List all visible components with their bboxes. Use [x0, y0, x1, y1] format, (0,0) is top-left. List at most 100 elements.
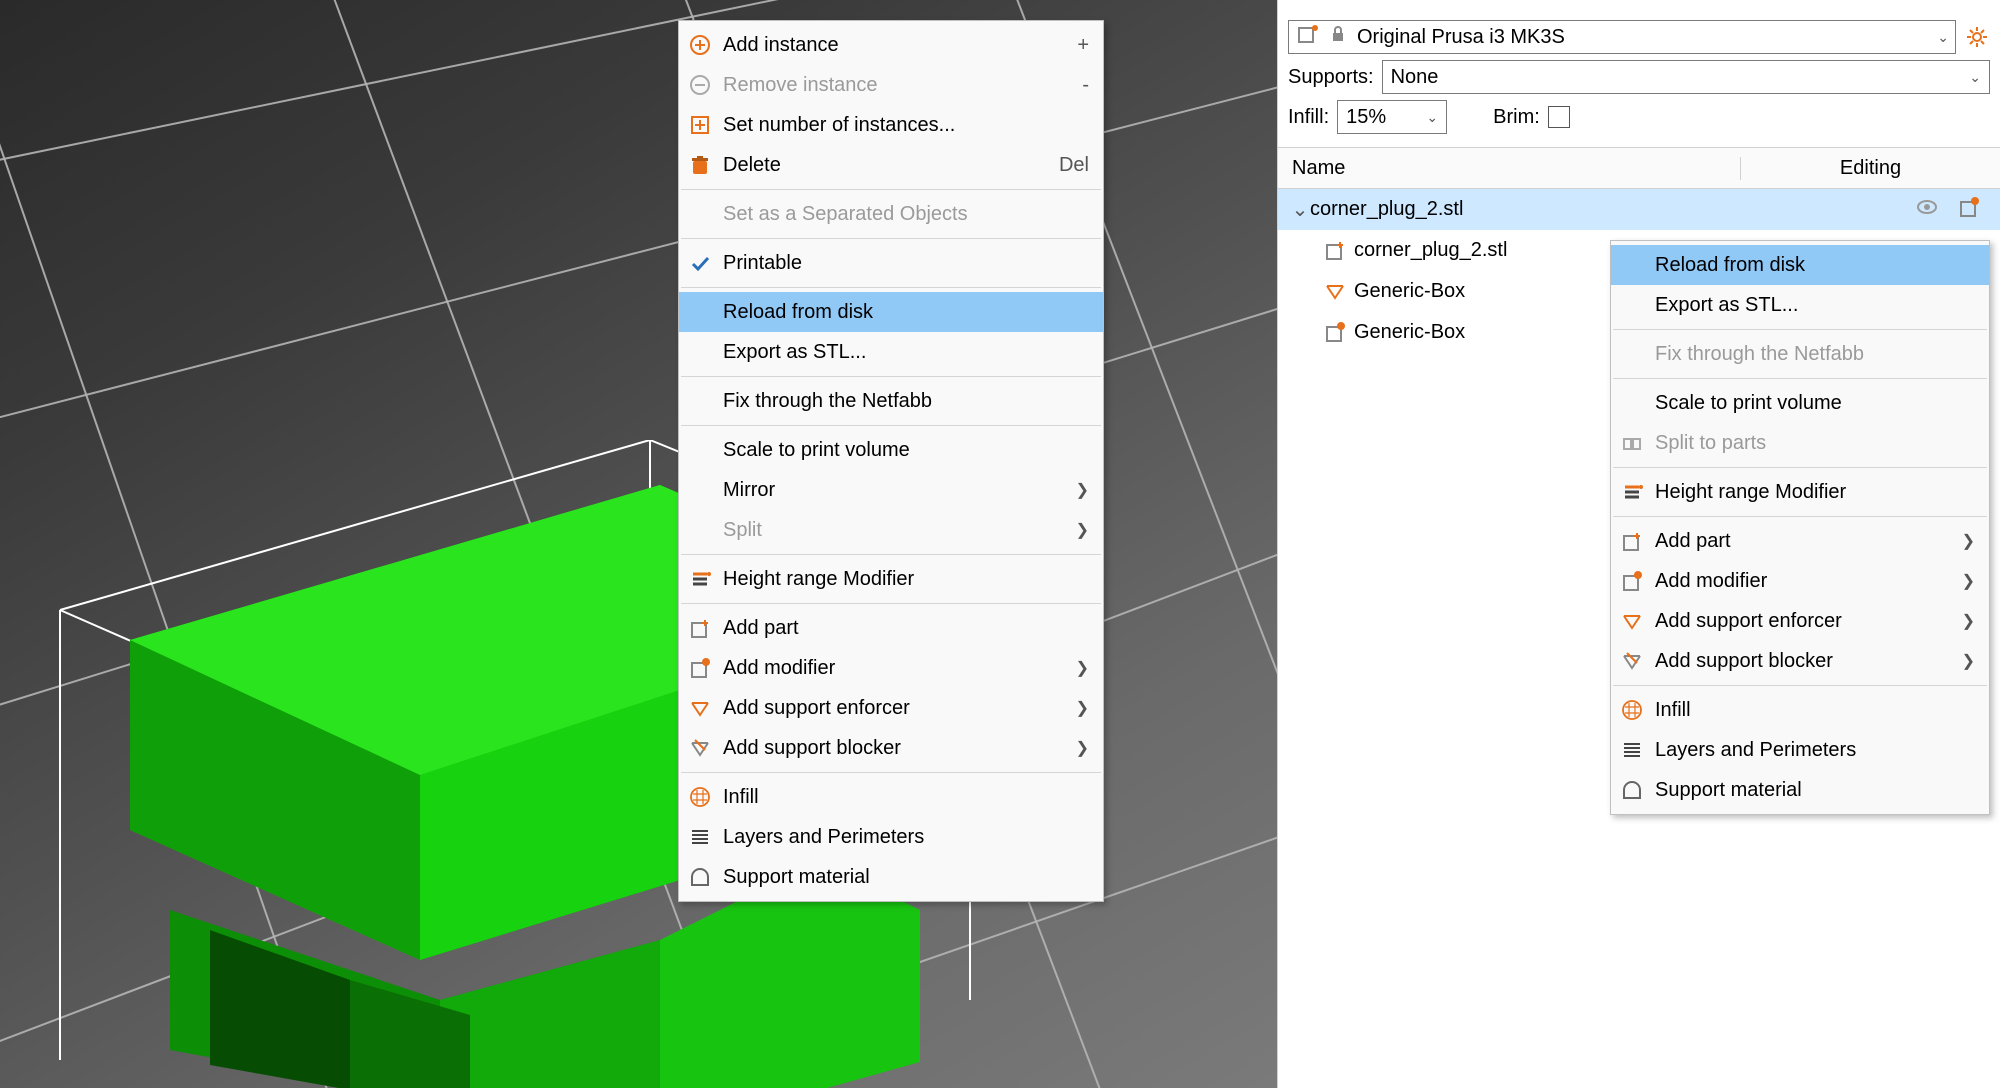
menu-label: Split to parts: [1655, 432, 1975, 455]
support-enforcer-icon: [1619, 608, 1645, 634]
height-modifier-icon: [1619, 479, 1645, 505]
menu-add-support-enforcer[interactable]: Add support enforcer ❯: [1611, 601, 1989, 641]
menu-infill[interactable]: Infill: [679, 777, 1103, 817]
chevron-down-icon: ⌄: [1969, 69, 1981, 86]
menu-reload-from-disk[interactable]: Reload from disk: [679, 292, 1103, 332]
menu-delete[interactable]: Delete Del: [679, 145, 1103, 185]
menu-label: Fix through the Netfabb: [1655, 343, 1975, 366]
lock-icon: [1327, 23, 1349, 51]
menu-label: Mirror: [723, 479, 1036, 502]
menu-fix-netfabb: Fix through the Netfabb: [1611, 334, 1989, 374]
menu-add-instance[interactable]: Add instance +: [679, 25, 1103, 65]
menu-add-modifier[interactable]: Add modifier ❯: [1611, 561, 1989, 601]
shortcut: Del: [1059, 154, 1089, 177]
menu-label: Support material: [723, 866, 1089, 889]
brim-checkbox[interactable]: [1548, 106, 1570, 128]
menu-add-support-enforcer[interactable]: Add support enforcer ❯: [679, 688, 1103, 728]
trash-icon: [687, 152, 713, 178]
support-material-icon: [687, 864, 713, 890]
menu-printable[interactable]: Printable: [679, 243, 1103, 283]
menu-separator: [681, 189, 1101, 190]
menu-label: Remove instance: [723, 74, 1042, 97]
support-enforcer-icon: [687, 695, 713, 721]
menu-add-support-blocker[interactable]: Add support blocker ❯: [1611, 641, 1989, 681]
menu-label: Height range Modifier: [723, 568, 1089, 591]
menu-label: Split: [723, 519, 1036, 542]
collapse-caret-icon[interactable]: ⌄: [1290, 197, 1310, 222]
submenu-arrow-icon: ❯: [1962, 611, 1975, 631]
menu-label: Layers and Perimeters: [1655, 739, 1975, 762]
preset-icon: [1297, 23, 1319, 51]
supports-select[interactable]: None ⌄: [1382, 60, 1990, 94]
submenu-arrow-icon: ❯: [1076, 738, 1089, 758]
chevron-down-icon: ⌄: [1426, 109, 1438, 126]
support-enforcer-icon: [1324, 280, 1348, 304]
menu-height-range-modifier[interactable]: Height range Modifier: [679, 559, 1103, 599]
menu-infill[interactable]: Infill: [1611, 690, 1989, 730]
menu-separator: [681, 376, 1101, 377]
submenu-arrow-icon: ❯: [1962, 651, 1975, 671]
tree-row-root[interactable]: ⌄ corner_plug_2.stl: [1278, 189, 2000, 230]
menu-label: Set as a Separated Objects: [723, 203, 1089, 226]
menu-height-range-modifier[interactable]: Height range Modifier: [1611, 472, 1989, 512]
layers-icon: [687, 824, 713, 850]
menu-label: Reload from disk: [1655, 254, 1975, 277]
visibility-icon[interactable]: [1916, 196, 1938, 224]
supports-value: None: [1391, 66, 1439, 89]
menu-add-part[interactable]: Add part ❯: [1611, 521, 1989, 561]
menu-label: Export as STL...: [723, 341, 1089, 364]
menu-fix-netfabb[interactable]: Fix through the Netfabb: [679, 381, 1103, 421]
menu-add-modifier[interactable]: Add modifier ❯: [679, 648, 1103, 688]
infill-icon: [687, 784, 713, 810]
infill-value: 15%: [1346, 106, 1386, 129]
menu-scale-to-volume[interactable]: Scale to print volume: [1611, 383, 1989, 423]
menu-separator: [1613, 685, 1987, 686]
menu-label: Export as STL...: [1655, 294, 1975, 317]
menu-scale-to-volume[interactable]: Scale to print volume: [679, 430, 1103, 470]
column-name-header: Name: [1278, 157, 1740, 180]
menu-set-separated: Set as a Separated Objects: [679, 194, 1103, 234]
menu-split-to-parts: Split to parts: [1611, 423, 1989, 463]
plus-circle-icon: [687, 32, 713, 58]
menu-layers-perimeters[interactable]: Layers and Perimeters: [1611, 730, 1989, 770]
submenu-arrow-icon: ❯: [1076, 658, 1089, 678]
menu-export-stl[interactable]: Export as STL...: [679, 332, 1103, 372]
printer-select[interactable]: Original Prusa i3 MK3S ⌄: [1288, 20, 1956, 54]
menu-separator: [681, 238, 1101, 239]
menu-label: Delete: [723, 154, 1019, 177]
add-part-icon: [1619, 528, 1645, 554]
menu-add-support-blocker[interactable]: Add support blocker ❯: [679, 728, 1103, 768]
menu-label: Add support enforcer: [723, 697, 1036, 720]
menu-layers-perimeters[interactable]: Layers and Perimeters: [679, 817, 1103, 857]
menu-label: Height range Modifier: [1655, 481, 1975, 504]
tree-item-label: Generic-Box: [1354, 321, 1465, 344]
printer-settings-button[interactable]: [1964, 24, 1990, 50]
add-modifier-icon: [1619, 568, 1645, 594]
menu-support-material[interactable]: Support material: [1611, 770, 1989, 810]
menu-label: Layers and Perimeters: [723, 826, 1089, 849]
menu-set-instances[interactable]: Set number of instances...: [679, 105, 1103, 145]
menu-reload-from-disk[interactable]: Reload from disk: [1611, 245, 1989, 285]
support-blocker-icon: [1619, 648, 1645, 674]
menu-label: Add part: [1655, 530, 1922, 553]
menu-export-stl[interactable]: Export as STL...: [1611, 285, 1989, 325]
infill-select[interactable]: 15% ⌄: [1337, 100, 1447, 134]
menu-support-material[interactable]: Support material: [679, 857, 1103, 897]
menu-separator: [1613, 378, 1987, 379]
menu-label: Add support blocker: [1655, 650, 1922, 673]
menu-label: Printable: [723, 252, 1089, 275]
menu-label: Add support enforcer: [1655, 610, 1922, 633]
menu-label: Add support blocker: [723, 737, 1036, 760]
menu-mirror[interactable]: Mirror ❯: [679, 470, 1103, 510]
tree-item-label: Generic-Box: [1354, 280, 1465, 303]
tree-item-label: corner_plug_2.stl: [1310, 198, 1463, 221]
submenu-arrow-icon: ❯: [1076, 480, 1089, 500]
column-editing-header: Editing: [1740, 157, 2000, 180]
menu-separator: [681, 772, 1101, 773]
menu-split: Split ❯: [679, 510, 1103, 550]
menu-separator: [1613, 329, 1987, 330]
supports-label: Supports:: [1288, 66, 1374, 89]
menu-add-part[interactable]: Add part: [679, 608, 1103, 648]
menu-label: Scale to print volume: [723, 439, 1089, 462]
gear-icon: [1966, 26, 1988, 48]
